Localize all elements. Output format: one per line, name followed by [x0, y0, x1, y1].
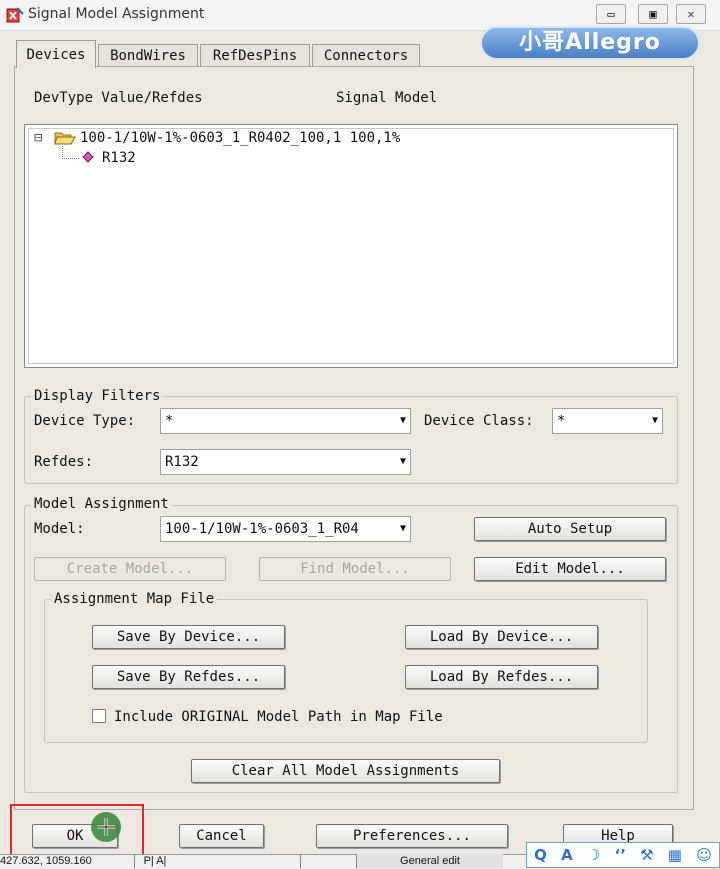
load-by-refdes-button[interactable]: Load By Refdes... — [405, 665, 598, 689]
search-icon[interactable]: Q — [534, 846, 547, 864]
save-by-device-button[interactable]: Save By Device... — [92, 625, 285, 649]
folder-open-icon — [54, 132, 76, 145]
logo-badge: 小哥Allegro — [480, 26, 700, 60]
device-class-label: Device Class: — [424, 413, 534, 429]
status-mode-short: P| A| — [134, 854, 175, 868]
tab-bondwires[interactable]: BondWires — [98, 44, 198, 68]
window-title: Signal Model Assignment — [28, 6, 205, 22]
cancel-button[interactable]: Cancel — [179, 824, 264, 848]
device-type-dropdown[interactable]: * ▼ — [160, 408, 411, 434]
devtype-column-header[interactable]: DevType Value/Refdes — [34, 90, 203, 106]
model-dropdown[interactable]: 100-1/10W-1%-0603_1_R04 ▼ — [160, 516, 411, 542]
grid-icon[interactable]: ▦ — [668, 846, 682, 864]
status-coords: 427.632, 1059.160 — [0, 855, 92, 867]
tray-toolbar: Q A ☽ ‘’ ⚒ ▦ ☺ — [526, 842, 720, 868]
emoji-icon[interactable]: ☺ — [696, 846, 712, 864]
refdes-dropdown[interactable]: R132 ▼ — [160, 449, 411, 475]
preferences-button[interactable]: Preferences... — [316, 824, 508, 848]
highlight-box — [10, 804, 144, 858]
load-by-device-button[interactable]: Load By Device... — [405, 625, 598, 649]
minimize-icon: ▭ — [607, 7, 615, 21]
signal-model-column-header[interactable]: Signal Model — [336, 90, 437, 106]
minimize-button[interactable]: ▭ — [596, 4, 626, 24]
refdes-value: R132 — [165, 454, 199, 470]
tab-devices[interactable]: Devices — [16, 40, 96, 68]
device-class-value: * — [557, 413, 566, 429]
auto-setup-button[interactable]: Auto Setup — [474, 517, 666, 541]
wrench-icon[interactable]: ⚒ — [640, 846, 653, 864]
display-filters-title: Display Filters — [31, 388, 164, 404]
tree-refdes-node[interactable]: R132 — [102, 150, 136, 166]
collapse-icon[interactable]: ⊟ — [34, 130, 42, 146]
status-mode: General edit — [356, 854, 503, 868]
chevron-down-icon: ▼ — [399, 415, 406, 426]
model-value: 100-1/10W-1%-0603_1_R04 — [165, 521, 359, 537]
device-class-dropdown[interactable]: * ▼ — [552, 408, 663, 434]
maximize-button[interactable]: ▣ — [638, 4, 668, 24]
maximize-icon: ▣ — [649, 7, 657, 21]
quote-icon[interactable]: ‘’ — [615, 846, 626, 864]
tab-connectors[interactable]: Connectors — [312, 44, 420, 68]
close-button[interactable]: ✕ — [676, 4, 706, 24]
include-original-label[interactable]: Include ORIGINAL Model Path in Map File — [114, 709, 443, 725]
font-icon[interactable]: A — [561, 846, 573, 864]
tree-connector-line — [62, 146, 79, 159]
tab-refdespins[interactable]: RefDesPins — [200, 44, 310, 68]
save-by-refdes-button[interactable]: Save By Refdes... — [92, 665, 285, 689]
chevron-down-icon: ▼ — [399, 456, 406, 467]
crosshair-cursor-icon — [97, 818, 115, 836]
chevron-down-icon: ▼ — [399, 523, 406, 534]
component-icon — [82, 151, 94, 163]
edit-model-button[interactable]: Edit Model... — [474, 557, 666, 581]
moon-icon[interactable]: ☽ — [587, 846, 600, 864]
close-icon: ✕ — [687, 7, 695, 21]
status-spacer — [300, 854, 355, 868]
model-label: Model: — [34, 521, 85, 537]
assignment-map-file-title: Assignment Map File — [51, 591, 218, 607]
create-model-button[interactable]: Create Model... — [34, 557, 226, 581]
clear-all-assignments-button[interactable]: Clear All Model Assignments — [191, 759, 500, 783]
include-original-checkbox[interactable] — [92, 709, 106, 723]
device-type-value: * — [165, 413, 174, 429]
device-type-label: Device Type: — [34, 413, 136, 429]
app-icon — [6, 7, 24, 23]
refdes-label: Refdes: — [34, 454, 94, 470]
model-assignment-title: Model Assignment — [31, 496, 172, 512]
chevron-down-icon: ▼ — [651, 415, 658, 426]
tree-device-node[interactable]: 100-1/10W-1%-0603_1_R0402_100,1 100,1% — [80, 130, 400, 146]
find-model-button[interactable]: Find Model... — [259, 557, 451, 581]
